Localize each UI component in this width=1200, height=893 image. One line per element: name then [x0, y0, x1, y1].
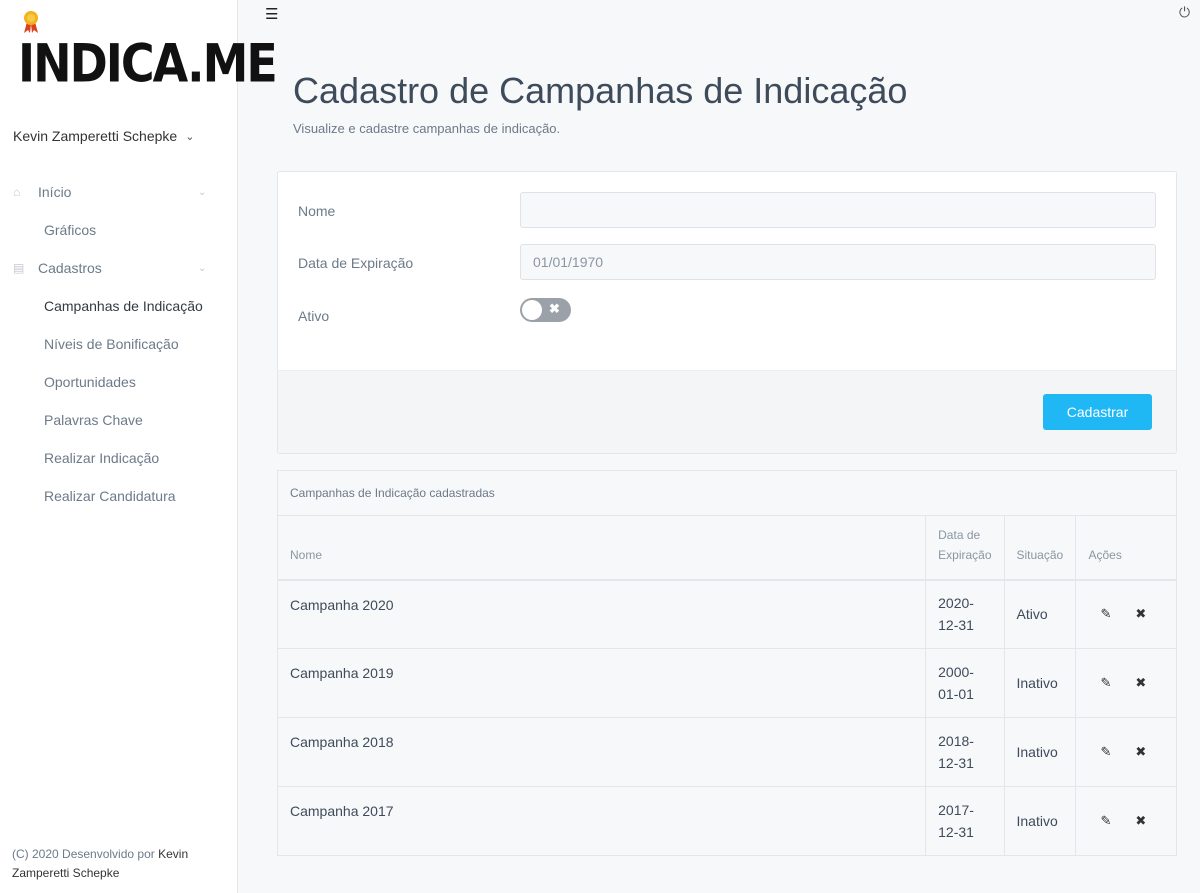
cell-date: 2020-12-31 — [925, 579, 1004, 649]
user-menu[interactable]: Kevin Zamperetti Schepke ⌄ — [13, 128, 194, 144]
cell-date: 2017-12-31 — [925, 786, 1004, 856]
table-row: Campanha 2018 2018-12-31 Inativo ✎ ✖ — [278, 717, 1176, 787]
campaign-form: Nome Data de Expiração Ativo ✖ Cadastrar — [277, 171, 1177, 454]
toggle-knob — [522, 300, 542, 320]
cell-actions: ✎ ✖ — [1075, 648, 1176, 718]
column-header-expiration[interactable]: Data de Expiração — [925, 515, 1004, 581]
name-input[interactable] — [520, 192, 1156, 228]
brand-logo[interactable]: INDICA.ME — [18, 10, 278, 94]
column-header-name[interactable]: Nome — [278, 515, 926, 581]
active-label: Ativo — [298, 308, 330, 324]
sidebar-item-label: Cadastros — [38, 260, 102, 276]
close-icon: ✖ — [549, 301, 560, 316]
cell-actions: ✎ ✖ — [1075, 579, 1176, 649]
delete-icon[interactable]: ✖ — [1135, 603, 1146, 625]
chevron-down-icon: ⌄ — [185, 130, 195, 143]
sidebar-item-label: Início — [38, 184, 72, 200]
page-title: Cadastro de Campanhas de Indicação — [293, 70, 908, 111]
footer: (C) 2020 Desenvolvido por Kevin Zamperet… — [12, 845, 212, 883]
campaigns-table-card: Campanhas de Indicação cadastradas Nome … — [277, 470, 1177, 856]
active-toggle[interactable]: ✖ — [520, 298, 571, 322]
cell-date: 2018-12-31 — [925, 717, 1004, 787]
cell-status: Inativo — [1003, 786, 1076, 856]
edit-icon[interactable]: ✎ — [1100, 741, 1111, 763]
hamburger-menu-icon[interactable]: ☰ — [265, 5, 278, 23]
logo-text: INDICA.ME — [18, 32, 278, 95]
footer-text: (C) 2020 Desenvolvido por — [12, 847, 155, 861]
sidebar-item-realizar-candidatura[interactable]: Realizar Candidatura — [44, 488, 176, 504]
edit-icon[interactable]: ✎ — [1100, 672, 1111, 694]
home-icon: ⌂ — [13, 185, 21, 199]
delete-icon[interactable]: ✖ — [1135, 810, 1146, 832]
campaigns-table: Nome Data de Expiração Situação Ações Ca… — [278, 515, 1176, 856]
user-name: Kevin Zamperetti Schepke — [13, 128, 178, 144]
delete-icon[interactable]: ✖ — [1135, 672, 1146, 694]
sidebar: INDICA.ME Kevin Zamperetti Schepke ⌄ ⌂ I… — [0, 0, 278, 893]
cell-actions: ✎ ✖ — [1075, 717, 1176, 787]
archive-icon: ▤ — [13, 261, 25, 275]
cell-name: Campanha 2020 — [278, 579, 926, 649]
sidebar-item-realizar-indicacao[interactable]: Realizar Indicação — [44, 450, 159, 466]
sidebar-item-niveis[interactable]: Níveis de Bonificação — [44, 336, 179, 352]
expiration-date-input[interactable] — [520, 244, 1156, 280]
edit-icon[interactable]: ✎ — [1100, 810, 1111, 832]
cell-actions: ✎ ✖ — [1075, 786, 1176, 856]
sidebar-item-palavras-chave[interactable]: Palavras Chave — [44, 412, 143, 428]
sidebar-item-campanhas[interactable]: Campanhas de Indicação — [44, 298, 203, 314]
cell-date: 2000-01-01 — [925, 648, 1004, 718]
table-caption: Campanhas de Indicação cadastradas — [290, 486, 495, 500]
sidebar-item-inicio[interactable]: ⌂ Início ⌄ — [0, 173, 238, 211]
form-footer: Cadastrar — [278, 370, 1176, 453]
cell-status: Inativo — [1003, 648, 1076, 718]
sidebar-item-oportunidades[interactable]: Oportunidades — [44, 374, 136, 390]
table-row: Campanha 2017 2017-12-31 Inativo ✎ ✖ — [278, 786, 1176, 856]
cell-name: Campanha 2019 — [278, 648, 926, 718]
cell-status: Ativo — [1003, 579, 1076, 649]
chevron-down-icon: ⌄ — [198, 186, 207, 198]
name-label: Nome — [298, 203, 336, 219]
sidebar-item-graficos[interactable]: Gráficos — [44, 222, 96, 238]
page-subtitle: Visualize e cadastre campanhas de indica… — [293, 121, 561, 136]
column-header-status[interactable]: Situação — [1003, 515, 1076, 581]
cell-status: Inativo — [1003, 717, 1076, 787]
edit-icon[interactable]: ✎ — [1100, 603, 1111, 625]
delete-icon[interactable]: ✖ — [1135, 741, 1146, 763]
sidebar-item-cadastros[interactable]: ▤ Cadastros ⌄ — [0, 249, 238, 287]
cell-name: Campanha 2017 — [278, 786, 926, 856]
chevron-down-icon: ⌄ — [198, 262, 207, 274]
submit-button[interactable]: Cadastrar — [1043, 394, 1152, 430]
cell-name: Campanha 2018 — [278, 717, 926, 787]
power-icon[interactable]: ⏻ — [1179, 4, 1190, 21]
award-ribbon-icon — [24, 11, 38, 33]
column-header-actions: Ações — [1075, 515, 1176, 581]
table-header-row: Nome Data de Expiração Situação Ações — [278, 515, 1176, 581]
expiration-label: Data de Expiração — [298, 255, 414, 271]
table-row: Campanha 2019 2000-01-01 Inativo ✎ ✖ — [278, 648, 1176, 718]
table-row: Campanha 2020 2020-12-31 Ativo ✎ ✖ — [278, 579, 1176, 649]
